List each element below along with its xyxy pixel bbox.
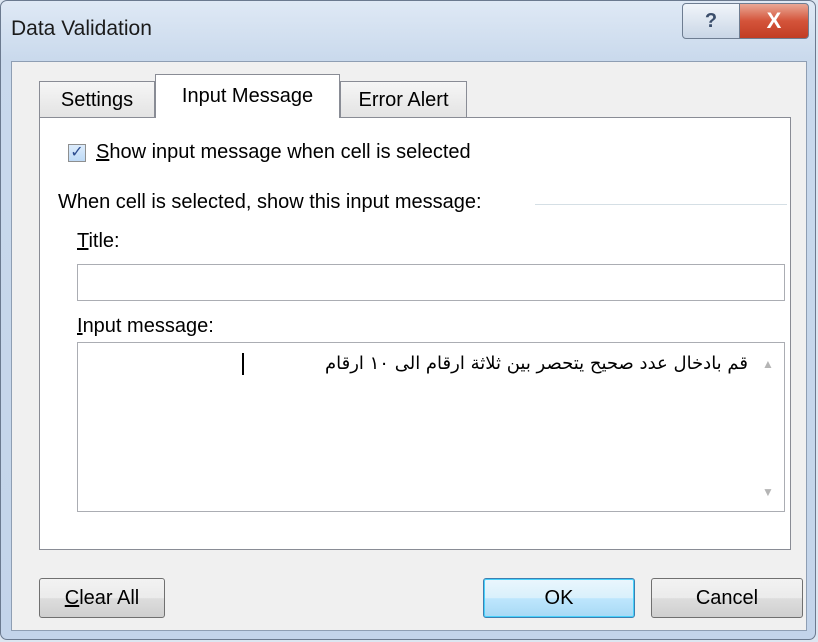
message-scrollbar[interactable]: ▲ ▼ — [754, 343, 784, 511]
ok-button[interactable]: OK — [483, 578, 635, 618]
title-input[interactable] — [77, 264, 785, 301]
checkmark-icon: ✓ — [70, 143, 84, 161]
title-label: Title: — [77, 230, 120, 252]
help-button[interactable]: ? — [682, 3, 740, 39]
title-bar[interactable]: Data Validation ? X — [1, 1, 815, 59]
group-divider — [535, 204, 787, 205]
scroll-up-icon[interactable]: ▲ — [762, 357, 774, 371]
tab-settings[interactable]: Settings — [39, 81, 155, 119]
dialog-title: Data Validation — [11, 17, 152, 40]
dialog-window: Data Validation ? X Settings Input Messa… — [0, 0, 816, 640]
text-caret — [242, 353, 244, 375]
ok-button-label: OK — [544, 586, 574, 609]
clear-all-button[interactable]: Clear All — [39, 578, 165, 618]
scroll-down-icon[interactable]: ▼ — [762, 485, 774, 499]
group-label: When cell is selected, show this input m… — [58, 191, 482, 213]
show-input-message-checkbox[interactable]: ✓ — [68, 143, 86, 162]
input-message-textarea[interactable]: قم بادخال عدد صحيح يتحصر بين ثلاثة ارقام… — [77, 342, 785, 512]
tab-error-alert[interactable]: Error Alert — [340, 81, 467, 119]
show-input-message-label[interactable]: Show input message when cell is selected — [96, 141, 471, 164]
cancel-button[interactable]: Cancel — [651, 578, 803, 618]
input-message-label: Input message: — [77, 315, 214, 337]
tab-error-alert-label: Error Alert — [358, 89, 449, 111]
close-button[interactable]: X — [739, 3, 809, 39]
input-message-text: قم بادخال عدد صحيح يتحصر بين ثلاثة ارقام… — [324, 353, 748, 374]
cancel-button-label: Cancel — [695, 586, 759, 609]
tab-settings-label: Settings — [60, 89, 134, 111]
close-icon: X — [766, 8, 782, 33]
help-icon: ? — [704, 9, 718, 32]
dialog-client-area: Settings Input Message Error Alert ✓ Sho… — [11, 61, 807, 631]
tab-input-message[interactable]: Input Message — [155, 74, 340, 118]
show-input-message-option[interactable]: ✓ Show input message when cell is select… — [68, 141, 471, 164]
input-message-panel: ✓ Show input message when cell is select… — [39, 117, 791, 550]
tab-input-message-label: Input Message — [181, 85, 314, 107]
